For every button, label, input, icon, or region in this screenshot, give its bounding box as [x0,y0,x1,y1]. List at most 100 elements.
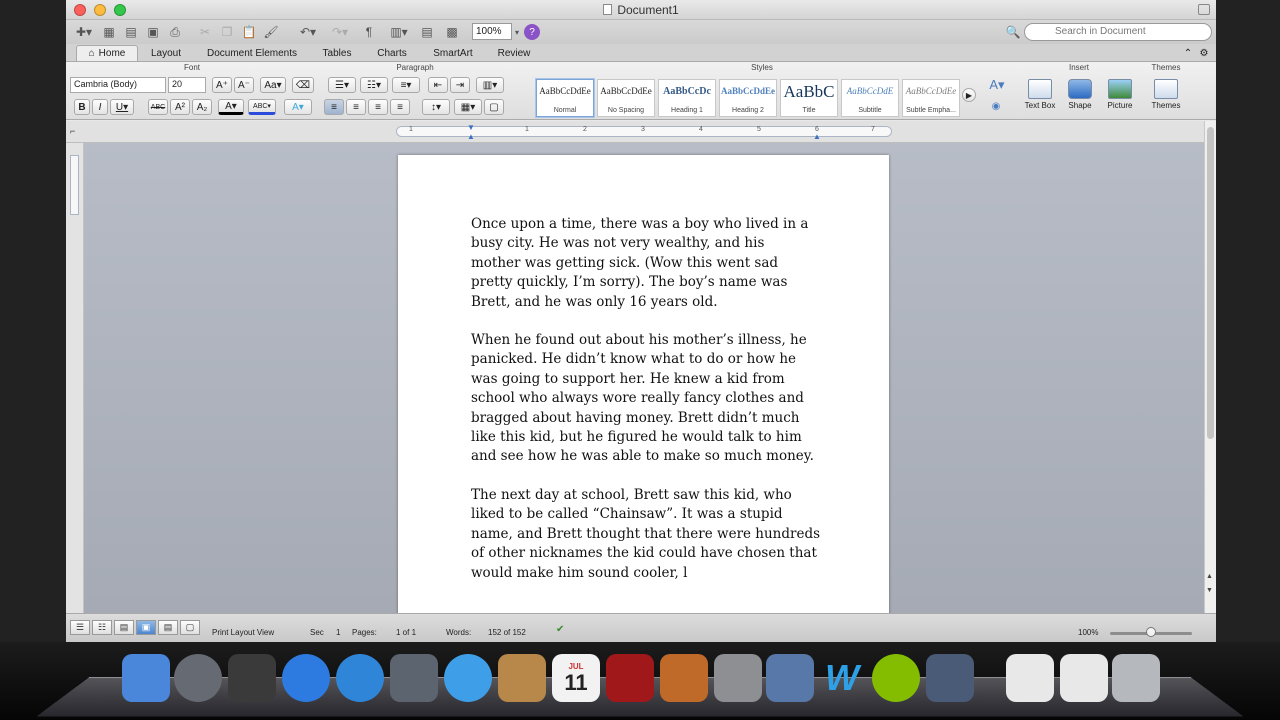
tab-selector-icon[interactable]: ⌐ [70,126,82,138]
preview-icon[interactable] [766,654,814,702]
imovie-icon[interactable] [926,654,974,702]
multilevel-list-button[interactable]: ≡▾ [392,77,420,93]
insert-shape-button[interactable]: Shape [1060,79,1100,119]
text-effects-button[interactable]: A▾ [284,99,312,115]
save-icon[interactable]: ▣ [144,23,162,41]
print-icon[interactable]: ⎙ [166,23,184,41]
decrease-indent-button[interactable]: ⇤ [428,77,448,93]
notebook-view-button[interactable]: ▤ [158,620,178,635]
vertical-scrollbar[interactable]: ▲ ▼ [1204,121,1216,613]
style-normal[interactable]: AaBbCcDdEe Normal [536,79,594,117]
right-indent-marker[interactable]: ▲ [813,132,821,141]
insert-picture-button[interactable]: Picture [1100,79,1140,119]
themes-button[interactable]: Themes [1146,79,1186,119]
format-painter-icon[interactable]: 🖌 [262,23,280,41]
highlight-button[interactable]: ABC▾ [248,99,276,115]
line-spacing-button[interactable]: ↕▾ [422,99,450,115]
paragraph-3[interactable]: The next day at school, Brett saw this k… [471,486,821,583]
gallery-icon[interactable]: ▦ [100,23,118,41]
insert-text-box-button[interactable]: Text Box [1020,79,1060,119]
undo-icon[interactable]: ↶▾ [294,23,322,41]
search-input[interactable]: Search in Document [1024,23,1212,41]
paragraph-1[interactable]: Once upon a time, there was a boy who li… [471,215,821,312]
word-w-icon[interactable]: W [818,654,866,702]
system-preferences-icon[interactable] [714,654,762,702]
style-subtitle[interactable]: AaBbCcDdE Subtitle [841,79,899,117]
superscript-button[interactable]: A² [170,99,190,115]
document-page[interactable]: Once upon a time, there was a boy who li… [398,155,889,625]
first-line-indent-marker[interactable]: ▼ [467,123,475,132]
iphoto-icon[interactable] [660,654,708,702]
grow-font-button[interactable]: A⁺ [212,77,232,93]
cut-icon[interactable]: ✂ [196,23,214,41]
view-icon[interactable]: ▥▾ [386,23,412,41]
align-center-button[interactable]: ≡ [346,99,366,115]
facetime-icon[interactable] [390,654,438,702]
shrink-font-button[interactable]: A⁻ [234,77,254,93]
align-right-button[interactable]: ≡ [368,99,388,115]
proofing-icon[interactable]: ✔ [556,624,564,635]
media-browser-icon[interactable]: ▩ [442,23,462,41]
finder-icon[interactable] [122,654,170,702]
new-document-icon[interactable]: ✚▾ [72,23,96,41]
spotify-icon[interactable] [872,654,920,702]
tab-home[interactable]: ⌂ Home [76,45,138,61]
style-heading-2[interactable]: AaBbCcDdEe Heading 2 [719,79,777,117]
search-icon[interactable]: 🔍 [1004,23,1022,41]
open-icon[interactable]: ▤ [122,23,140,41]
paste-icon[interactable]: 📋 [240,23,258,41]
draft-view-button[interactable]: ☰ [70,620,90,635]
tab-tables[interactable]: Tables [312,45,362,61]
scroll-up-icon[interactable]: ▲ [1206,573,1213,580]
tab-review[interactable]: Review [486,45,542,61]
italic-button[interactable]: I [92,99,108,115]
copy-icon[interactable]: ❐ [218,23,236,41]
tab-smartart[interactable]: SmartArt [422,45,484,61]
photo-booth-icon[interactable] [228,654,276,702]
calendar-icon[interactable]: JUL 11 [552,654,600,702]
manage-styles-icon[interactable]: ◉ [988,98,1004,114]
bold-button[interactable]: B [74,99,90,115]
shading-button[interactable]: ▦▾ [454,99,482,115]
contacts-icon[interactable] [498,654,546,702]
fullscreen-icon[interactable] [1198,4,1210,15]
underline-button[interactable]: U▾ [110,99,134,115]
tab-layout[interactable]: Layout [140,45,192,61]
tab-document-elements[interactable]: Document Elements [194,45,310,61]
launchpad-icon[interactable] [174,654,222,702]
paragraph-2[interactable]: When he found out about his mother’s ill… [471,331,821,467]
publishing-view-button[interactable]: ▤ [114,620,134,635]
styles-pane-icon[interactable]: A▾ [984,76,1010,94]
style-heading-1[interactable]: AaBbCcDc Heading 1 [658,79,716,117]
borders-button[interactable]: ▢ [484,99,504,115]
help-icon[interactable]: ? [524,24,540,40]
trash-icon[interactable] [1112,654,1160,702]
scroll-down-icon[interactable]: ▼ [1206,587,1213,594]
print-layout-view-button[interactable]: ▣ [136,620,156,635]
bullets-button[interactable]: ☰▾ [328,77,356,93]
zoom-dropdown-icon[interactable]: ▾ [512,23,522,41]
increase-indent-button[interactable]: ⇥ [450,77,470,93]
zoom-slider-thumb[interactable] [1146,627,1156,637]
change-case-button[interactable]: Aa▾ [260,77,286,93]
style-subtle-emphasis[interactable]: AaBbCcDdEe Subtle Empha... [902,79,960,117]
style-title[interactable]: AaBbC Title [780,79,838,117]
scroll-thumb[interactable] [1207,127,1214,439]
zoom-select[interactable]: 100% [472,23,512,40]
subscript-button[interactable]: A₂ [192,99,212,115]
align-left-button[interactable]: ≡ [324,99,344,115]
focus-view-button[interactable]: ▢ [180,620,200,635]
ruler-bar[interactable]: 1 1 2 3 4 5 6 7 ▼ ▲ ▲ [396,123,892,141]
app-store-icon[interactable] [282,654,330,702]
safari-icon[interactable] [336,654,384,702]
numbering-button[interactable]: ☷▾ [360,77,388,93]
outline-view-button[interactable]: ☷ [92,620,112,635]
columns-button[interactable]: ▥▾ [476,77,504,93]
style-no-spacing[interactable]: AaBbCcDdEe No Spacing [597,79,655,117]
styles-next-icon[interactable]: ▶ [962,88,976,102]
tab-charts[interactable]: Charts [364,45,420,61]
ribbon-settings-icon[interactable]: ⚙ [1196,45,1212,61]
collapse-ribbon-icon[interactable]: ⌃ [1180,45,1196,61]
photo-booth-strip-icon[interactable] [606,654,654,702]
redo-icon[interactable]: ↷▾ [326,23,354,41]
